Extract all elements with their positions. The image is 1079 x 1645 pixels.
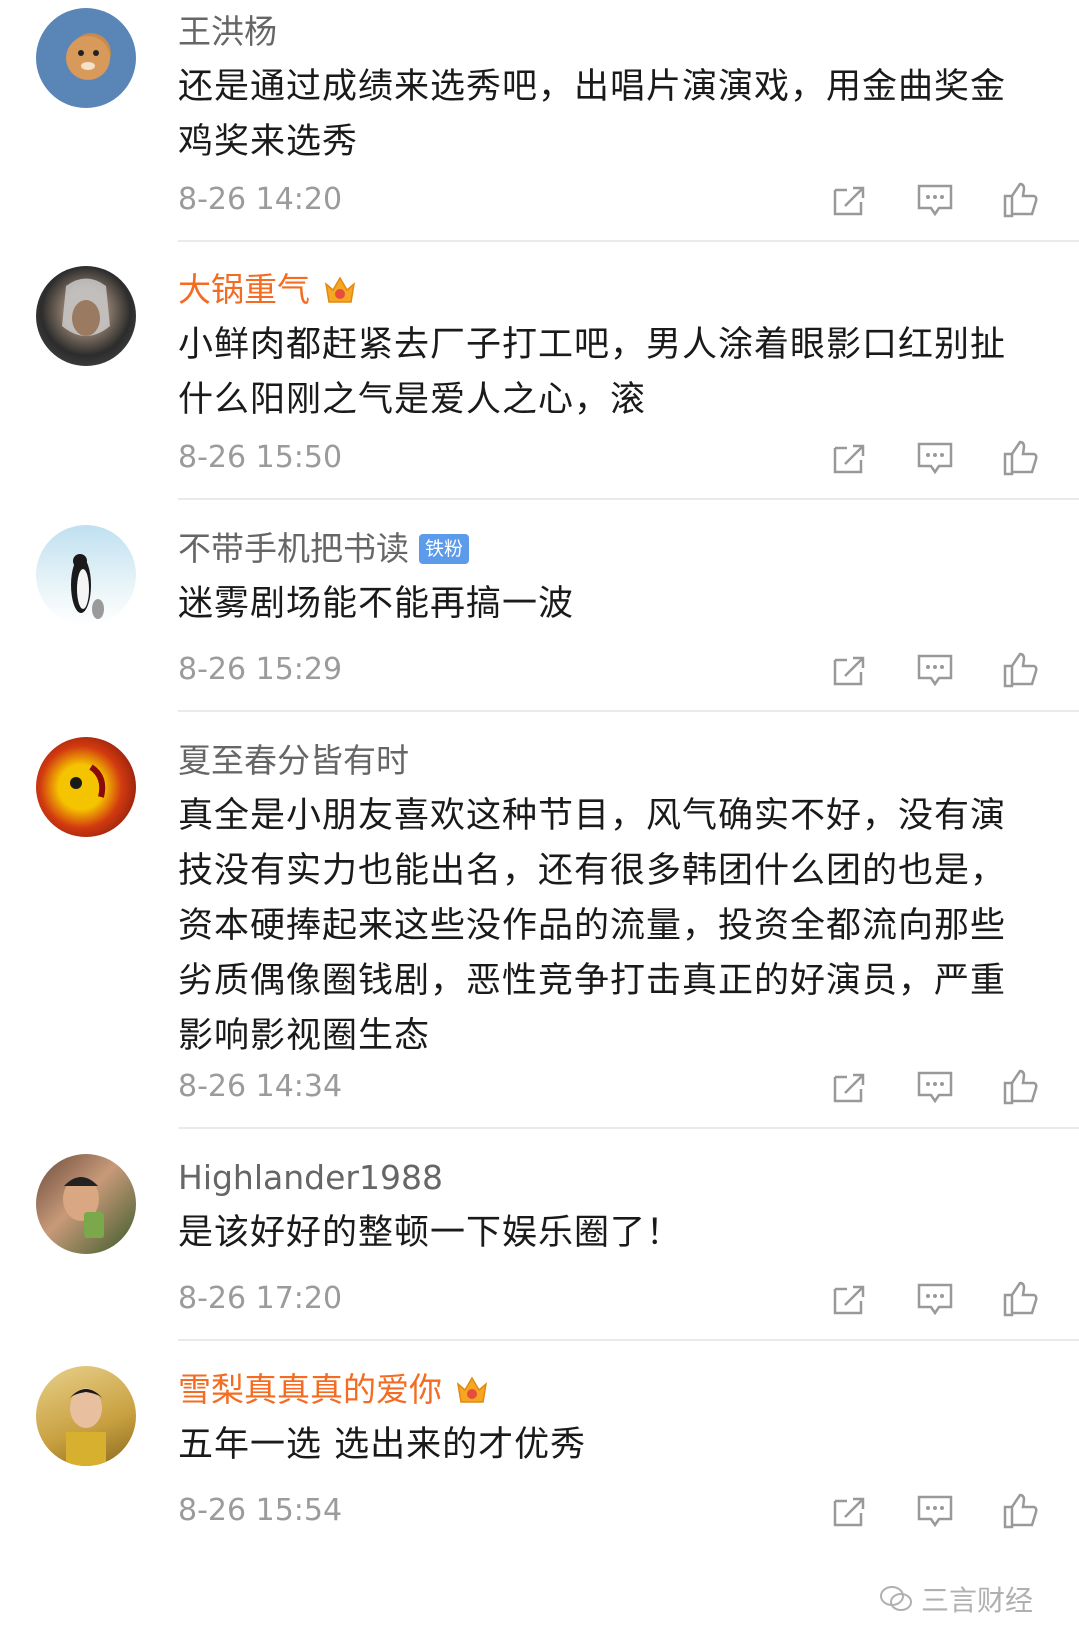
- divider: [178, 1339, 1079, 1341]
- comment-actions: [829, 1279, 1041, 1319]
- comment-time: 8-26 15:54: [178, 1493, 343, 1528]
- comment-time: 8-26 14:34: [178, 1069, 343, 1104]
- username[interactable]: Highlander1988: [178, 1158, 443, 1198]
- avatar[interactable]: [36, 266, 136, 366]
- comment-time: 8-26 15:50: [178, 440, 343, 475]
- repost-icon[interactable]: [829, 1067, 869, 1107]
- like-icon[interactable]: [1001, 1491, 1041, 1531]
- comment-text: 还是通过成绩来选秀吧，出唱片演演戏，用金曲奖金鸡奖来选秀: [178, 67, 1007, 162]
- like-icon[interactable]: [1001, 1067, 1041, 1107]
- username[interactable]: 夏至春分皆有时: [178, 741, 409, 781]
- comment-icon[interactable]: [915, 1279, 955, 1319]
- username-text[interactable]: 大锅重气: [178, 270, 310, 310]
- username[interactable]: 大锅重气: [178, 270, 358, 310]
- username[interactable]: 雪梨真真真的爱你: [178, 1370, 490, 1410]
- vip-crown-icon: [456, 1376, 488, 1403]
- comment-time: 8-26 14:20: [178, 182, 343, 217]
- comment-text: 五年一选 选出来的才优秀: [178, 1425, 587, 1465]
- comment-text: 是该好好的整顿一下娱乐圈了！: [178, 1213, 683, 1253]
- username-text[interactable]: 王洪杨: [178, 12, 277, 52]
- repost-icon[interactable]: [829, 650, 869, 690]
- divider: [178, 240, 1079, 242]
- repost-icon[interactable]: [829, 1491, 869, 1531]
- comment-time: 8-26 17:20: [178, 1281, 343, 1316]
- comment-actions: [829, 1491, 1041, 1531]
- repost-icon[interactable]: [829, 1279, 869, 1319]
- comment-actions: [829, 180, 1041, 220]
- comment-actions: [829, 438, 1041, 478]
- comment-actions: [829, 1067, 1041, 1107]
- comment-icon[interactable]: [915, 1067, 955, 1107]
- like-icon[interactable]: [1001, 1279, 1041, 1319]
- username[interactable]: 不带手机把书读 铁粉: [178, 529, 470, 569]
- watermark: 三言财经: [872, 1577, 1039, 1621]
- comment-icon[interactable]: [915, 1491, 955, 1531]
- username-text[interactable]: 夏至春分皆有时: [178, 741, 409, 781]
- avatar[interactable]: [36, 1154, 136, 1254]
- like-icon[interactable]: [1001, 650, 1041, 690]
- like-icon[interactable]: [1001, 438, 1041, 478]
- repost-icon[interactable]: [829, 438, 869, 478]
- divider: [178, 498, 1079, 500]
- comment-time: 8-26 15:29: [178, 652, 343, 687]
- repost-icon[interactable]: [829, 180, 869, 220]
- avatar[interactable]: [36, 737, 136, 837]
- avatar[interactable]: [36, 8, 136, 108]
- avatar[interactable]: [36, 1366, 136, 1466]
- comment-icon[interactable]: [915, 650, 955, 690]
- comment-actions: [829, 650, 1041, 690]
- comment-icon[interactable]: [915, 438, 955, 478]
- comment-text: 真全是小朋友喜欢这种节目，风气确实不好，没有演技没有实力也能出名，还有很多韩团什…: [178, 796, 1007, 1056]
- wechat-icon: [879, 1586, 912, 1611]
- divider: [178, 1127, 1079, 1129]
- username-text[interactable]: Highlander1988: [178, 1158, 443, 1198]
- comment-text: 小鲜肉都赶紧去厂子打工吧，男人涂着眼影口红别扯什么阳刚之气是爱人之心，滚: [178, 325, 1007, 420]
- divider: [178, 710, 1079, 712]
- watermark-text: 三言财经: [920, 1584, 1033, 1617]
- username[interactable]: 王洪杨: [178, 12, 277, 52]
- avatar[interactable]: [36, 525, 136, 625]
- comment-icon[interactable]: [915, 180, 955, 220]
- username-text[interactable]: 不带手机把书读: [178, 529, 409, 569]
- like-icon[interactable]: [1001, 180, 1041, 220]
- username-text[interactable]: 雪梨真真真的爱你: [178, 1370, 442, 1410]
- vip-crown-icon: [324, 276, 356, 303]
- fan-badge: 铁粉: [419, 534, 470, 564]
- comment-text: 迷雾剧场能不能再搞一波: [178, 584, 575, 624]
